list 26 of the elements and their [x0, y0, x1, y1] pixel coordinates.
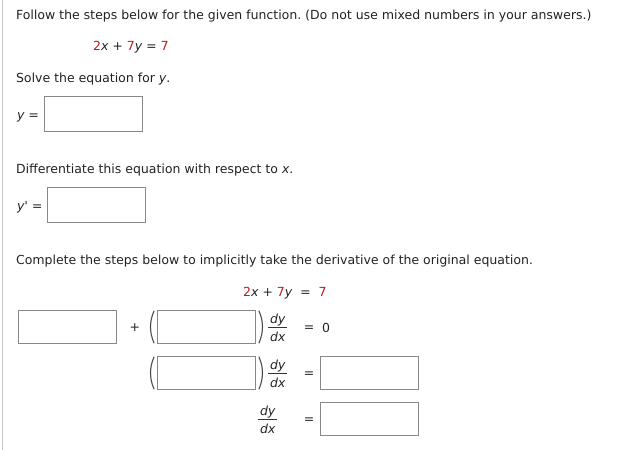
- answer-label: y' =: [17, 198, 42, 212]
- answer-label: y =: [17, 106, 39, 122]
- answer-field[interactable]: [157, 356, 256, 390]
- dy-numerator: dy: [268, 310, 288, 328]
- dx-denominator: dx: [260, 420, 276, 436]
- dy-numerator: dy: [258, 402, 278, 420]
- instructions-text: Follow the steps below for the given function. (Do not use mixed numbers in your answers.): [16, 7, 592, 23]
- answer-field[interactable]: [157, 310, 256, 344]
- answer-field[interactable]: [44, 96, 143, 132]
- dx-denominator: dx: [270, 374, 286, 390]
- answer-field[interactable]: [320, 356, 419, 390]
- equals-sign: =: [304, 365, 314, 381]
- answer-field[interactable]: [18, 310, 117, 344]
- answer-field[interactable]: [320, 402, 419, 436]
- prompt-text: Complete the steps below to implicitly take the derivative of the original equation.: [16, 252, 534, 268]
- prompt-text: Solve the equation for y.: [16, 70, 172, 86]
- dy-numerator: dy: [268, 356, 288, 374]
- prompt-text: Differentiate this equation with respect to x.: [16, 161, 294, 177]
- equals-sign: =: [304, 411, 314, 427]
- dx-denominator: dx: [270, 328, 286, 344]
- equals-sign: =: [304, 319, 314, 335]
- equation: 2x + 7y = 7: [93, 38, 170, 54]
- plus-sign: +: [130, 319, 140, 335]
- equation: 2x + 7y = 7: [243, 284, 328, 300]
- result-value: 0: [321, 320, 330, 334]
- answer-field[interactable]: [47, 187, 146, 223]
